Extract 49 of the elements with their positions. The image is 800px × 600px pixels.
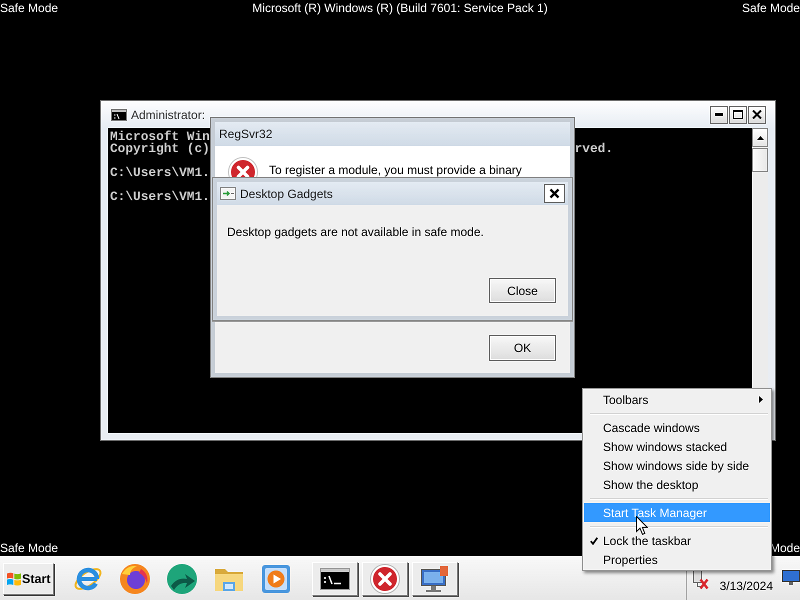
console-text: Microsoft Win	[110, 131, 210, 143]
minimize-button[interactable]	[710, 106, 728, 124]
dialog-button[interactable]: OK	[489, 335, 556, 361]
minimize-icon	[715, 113, 723, 116]
dialog-button[interactable]: Close	[489, 278, 556, 303]
close-button[interactable]	[748, 106, 766, 124]
console-text: C:\Users\VM1.	[110, 167, 210, 179]
menu-item[interactable]: Show the desktop	[584, 475, 770, 494]
network-x-icon[interactable]	[690, 568, 709, 590]
arrow-window-icon	[220, 187, 236, 200]
flag-icon	[6, 570, 22, 586]
window-title: Administrator:	[131, 108, 206, 122]
banner-text: Safe Mode	[742, 0, 800, 16]
console-text: C:\Users\VM1.	[110, 191, 210, 203]
play-tile-icon[interactable]	[260, 562, 292, 594]
close-icon	[549, 188, 560, 199]
close-button[interactable]	[544, 184, 565, 203]
console-text: Copyright (c)	[110, 143, 210, 155]
close-icon	[752, 110, 762, 119]
banner-text: Safe Mode	[0, 540, 58, 556]
menu-item[interactable]: Show windows stacked	[584, 437, 770, 456]
console-text: rved.	[574, 143, 614, 155]
maximize-button[interactable]	[729, 106, 747, 124]
menu-item[interactable]: Lock the taskbar	[584, 531, 770, 550]
triangle-up-icon	[756, 136, 764, 140]
menu-item[interactable]: Cascade windows	[584, 418, 770, 437]
clock-date: 3/13/2024	[720, 579, 773, 593]
menu-item[interactable]: Toolbars	[584, 390, 770, 409]
menu-item[interactable]: Show windows side by side	[584, 456, 770, 475]
dialog-message: To register a module, you must provide a binary	[269, 163, 522, 177]
taskbar-button[interactable]	[312, 562, 358, 596]
banner-text: Safe Mode	[0, 0, 58, 16]
swirl-globe-icon[interactable]	[119, 562, 151, 594]
terminal-icon	[111, 108, 127, 120]
caret-right-icon	[759, 396, 763, 403]
monitor-icon	[420, 564, 450, 592]
start-button[interactable]: Start	[3, 562, 54, 594]
window-title: RegSvr32	[219, 127, 272, 141]
scroll-up-button[interactable]	[752, 128, 768, 147]
scrollbar-thumb[interactable]	[752, 148, 768, 172]
monitor-icon[interactable]	[782, 570, 800, 586]
taskbar-button[interactable]	[412, 562, 458, 596]
terminal-icon	[320, 568, 350, 590]
menu-item[interactable]: Properties	[584, 550, 770, 569]
error-icon	[370, 564, 400, 594]
maximize-icon	[733, 110, 743, 119]
dialog-message: Desktop gadgets are not available in safe mode.	[227, 225, 485, 239]
window-title: Desktop Gadgets	[240, 186, 333, 200]
banner-text: Microsoft (R) Windows (R) (Build 7601: Service Pack 1)	[252, 0, 548, 16]
